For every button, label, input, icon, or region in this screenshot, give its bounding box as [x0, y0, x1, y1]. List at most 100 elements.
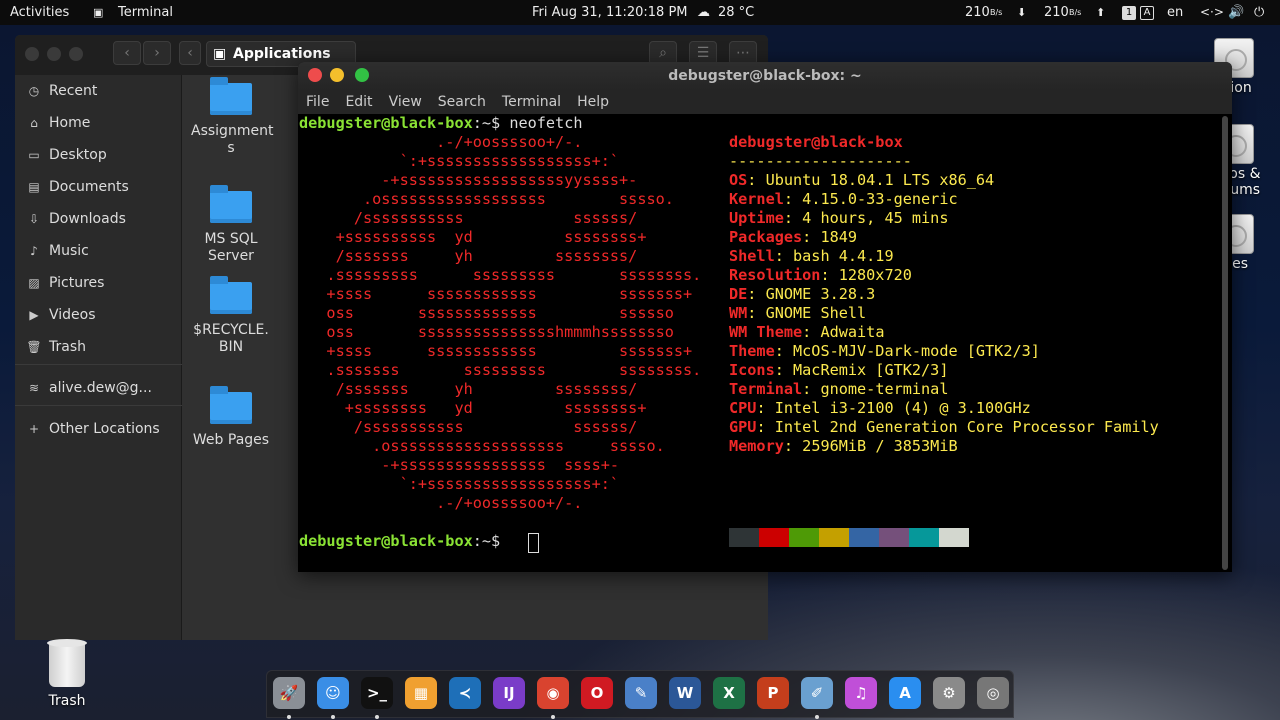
finder-icon[interactable]: ☺ [317, 677, 349, 709]
info-row: Kernel: 4.15.0-33-generic [729, 190, 958, 209]
keyboard-indicator[interactable]: A [1140, 5, 1154, 20]
sidebar-item-label: alive.dew@g... [49, 380, 152, 396]
minimize-button[interactable] [330, 68, 344, 82]
power-icon[interactable]: ⏻ [1254, 0, 1264, 25]
itunes-icon[interactable]: ♫ [845, 677, 877, 709]
clock[interactable]: Fri Aug 31, 11:20:18 PM [532, 0, 688, 25]
activities-button[interactable]: Activities [10, 0, 69, 25]
trash-icon: 🗑 [26, 340, 42, 354]
sidebar-item-desktop[interactable]: ▭ Desktop [15, 141, 182, 169]
chrome-icon[interactable]: ◉ [537, 677, 569, 709]
sidebar-item-home[interactable]: ⌂ Home [15, 109, 182, 137]
sidebar-item-alive-dew-g[interactable]: ≋ alive.dew@g... [15, 374, 182, 402]
workspace-indicator[interactable]: 1 [1122, 5, 1136, 20]
vscode-icon[interactable]: ≺ [449, 677, 481, 709]
desktop-trash[interactable]: Trash [37, 639, 97, 709]
folder-icon [210, 276, 252, 314]
info-key: Resolution [729, 266, 821, 284]
opera-icon[interactable]: O [581, 677, 613, 709]
maximize-button[interactable] [355, 68, 369, 82]
info-colon: : [756, 399, 775, 417]
sidebar-item-documents[interactable]: ▤ Documents [15, 173, 182, 201]
folder-item[interactable]: $RECYCLE. BIN [191, 276, 271, 356]
prompt-user: debugster@black-box [299, 532, 473, 550]
sidebar-item-music[interactable]: ♪ Music [15, 237, 182, 265]
language-indicator[interactable]: en [1167, 0, 1183, 25]
scrollbar[interactable] [1222, 116, 1228, 570]
editor-icon[interactable]: ✐ [801, 677, 833, 709]
pictures-icon: ▨ [28, 276, 40, 290]
folder-label: s [227, 140, 235, 156]
logo-line: `:+ssssssssssssssssss+:` [299, 475, 620, 493]
info-value: Intel i3-2100 (4) @ 3.100GHz [774, 399, 1031, 417]
mosaic-app-icon[interactable]: ▦ [405, 677, 437, 709]
menu-search[interactable]: Search [438, 94, 486, 110]
info-colon: : [747, 304, 766, 322]
word-icon[interactable]: W [669, 677, 701, 709]
info-key: Uptime [729, 209, 784, 227]
terminal-titlebar[interactable]: debugster@black-box: ~ [298, 62, 1232, 90]
system-prefs-icon[interactable]: ◎ [977, 677, 1009, 709]
sidebar-item-pictures[interactable]: ▨ Pictures [15, 269, 182, 297]
sidebar-item-downloads[interactable]: ⇩ Downloads [15, 205, 182, 233]
color-swatch [879, 528, 909, 547]
network-icon[interactable]: <·> [1200, 0, 1224, 25]
folder-item[interactable]: Web Pages [191, 386, 271, 449]
close-button[interactable] [308, 68, 322, 82]
app-store-icon[interactable]: A [889, 677, 921, 709]
info-colon: : [783, 190, 803, 208]
logo-line: .osssssssssssssssssss sssso. [299, 437, 665, 455]
sidebar-item-label: Music [49, 243, 89, 259]
weather-temp[interactable]: 28 °C [718, 0, 754, 25]
menu-terminal[interactable]: Terminal [502, 94, 561, 110]
back-button[interactable]: ‹ [113, 41, 141, 65]
launchpad-icon[interactable]: 🚀 [273, 677, 305, 709]
sidebar-item-label: Downloads [49, 211, 126, 227]
logo-line: /sssssssssss ssssss/ [299, 209, 638, 227]
minimize-button[interactable] [47, 47, 61, 61]
maximize-button[interactable] [69, 47, 83, 61]
logo-line: /sssssssssss ssssss/ [299, 418, 638, 436]
volume-icon[interactable]: 🔊 [1228, 0, 1244, 25]
logo-line: .-/+oossssoo+/-. [299, 133, 583, 151]
info-colon: : [747, 171, 766, 189]
menu-edit[interactable]: Edit [345, 94, 372, 110]
desktop-icon: ▭ [28, 148, 40, 162]
close-button[interactable] [25, 47, 39, 61]
sidebar-item-recent[interactable]: ◷ Recent [15, 77, 182, 105]
terminal-title: debugster@black-box: ~ [668, 68, 862, 84]
running-indicator [815, 715, 819, 719]
color-swatch [729, 528, 759, 547]
info-value: 4.15.0-33-generic [802, 190, 958, 208]
folder-item[interactable]: MS SQL Server [191, 185, 271, 265]
color-swatch [909, 528, 939, 547]
intellij-icon[interactable]: IJ [493, 677, 525, 709]
file-manager-icon[interactable]: ✎ [625, 677, 657, 709]
menu-view[interactable]: View [389, 94, 422, 110]
sidebar-item-other-locations[interactable]: + Other Locations [15, 415, 182, 443]
forward-button[interactable]: › [143, 41, 171, 65]
folder-item[interactable]: Assignment s [191, 77, 273, 157]
settings-app-icon[interactable]: ⚙ [933, 677, 965, 709]
top-bar: Activities ▣ Terminal Fri Aug 31, 11:20:… [0, 0, 1280, 25]
path-left-button[interactable]: ‹ [179, 41, 201, 65]
terminal-small-icon: ▣ [93, 6, 104, 19]
powerpoint-icon[interactable]: P [757, 677, 789, 709]
info-row: DE: GNOME 3.28.3 [729, 285, 875, 304]
info-value: GNOME 3.28.3 [765, 285, 876, 303]
menu-file[interactable]: File [306, 94, 329, 110]
terminal-app-icon[interactable]: >_ [361, 677, 393, 709]
desktop-trash-label: Trash [48, 693, 86, 709]
logo-line: +ssss ssssssssssss sssssss+ [299, 285, 693, 303]
menu-help[interactable]: Help [577, 94, 609, 110]
app-menu[interactable]: Terminal [118, 0, 173, 25]
folder-icon [210, 77, 252, 115]
sidebar-item-videos[interactable]: ▶ Videos [15, 301, 182, 329]
terminal-output[interactable]: debugster@black-box:~$ neofetch .-/+ooss… [298, 114, 1232, 572]
folder-label: MS SQL [204, 231, 258, 247]
logo-line: +ssssssss yd ssssssss+ [299, 399, 647, 417]
excel-icon[interactable]: X [713, 677, 745, 709]
download-arrow-icon: ⬇ [1017, 6, 1027, 19]
sidebar-item-trash[interactable]: 🗑 Trash [15, 333, 182, 361]
info-colon: : [774, 361, 794, 379]
